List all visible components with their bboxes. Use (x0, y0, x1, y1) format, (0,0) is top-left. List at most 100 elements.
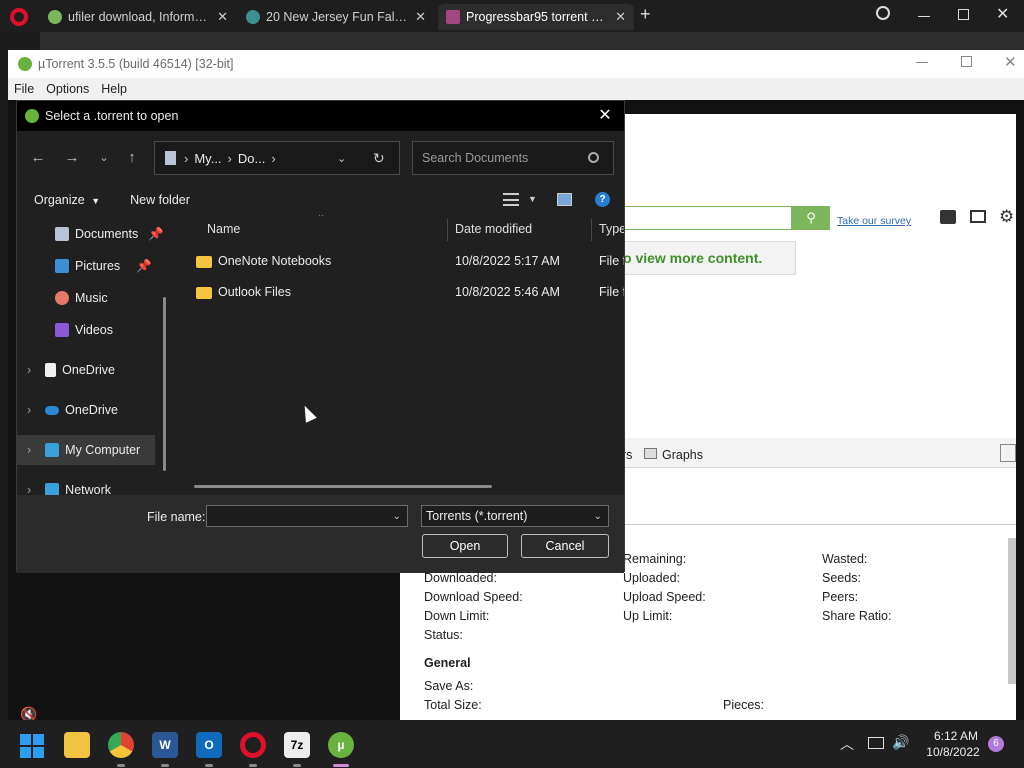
settings-gear-icon[interactable]: ⚙ (999, 208, 1014, 225)
close-tab-icon[interactable]: ✕ (615, 9, 626, 25)
expand-chevron-icon[interactable]: › (27, 403, 31, 417)
up-folder-icon[interactable]: ↑ (121, 149, 143, 167)
open-button[interactable]: Open (422, 534, 508, 558)
upload-speed-label: Upload Speed: (623, 590, 706, 604)
nav-item-music[interactable]: Music (17, 283, 165, 313)
new-tab-button[interactable]: + (640, 4, 651, 25)
nav-item-label: My Computer (65, 443, 141, 457)
running-indicator-active (333, 764, 349, 767)
breadcrumb[interactable]: › My... › Do... › ⌄ ↻ (154, 141, 400, 175)
utorrent-maximize-icon[interactable] (961, 56, 972, 67)
word-icon[interactable]: W (152, 732, 178, 758)
search-input[interactable]: Search Documents (412, 141, 614, 175)
organize-menu[interactable]: Organize ▼ (34, 193, 100, 207)
column-header-name[interactable]: Name ^ (207, 215, 447, 243)
monitor-icon[interactable] (970, 210, 986, 223)
file-row[interactable]: OneNote Notebooks 10/8/2022 5:17 AM File… (192, 246, 624, 276)
column-divider[interactable] (447, 219, 448, 241)
show-hidden-icons-chevron-icon[interactable]: ︿ (840, 734, 854, 754)
nav-item-pictures[interactable]: Pictures 📌 (17, 251, 165, 281)
breadcrumb-dropdown-icon[interactable]: ⌄ (337, 152, 346, 165)
breadcrumb-item[interactable]: My... (194, 151, 221, 166)
pin-icon[interactable]: 📌 (148, 227, 164, 242)
column-header-date[interactable]: Date modified (455, 215, 585, 243)
preview-pane-icon[interactable] (557, 193, 572, 206)
file-type-select[interactable]: Torrents (*.torrent) ⌄ (421, 505, 609, 527)
minimize-icon[interactable] (918, 16, 930, 17)
details-scrollbar[interactable] (1008, 538, 1016, 684)
refresh-icon[interactable]: ↻ (373, 150, 385, 167)
tab-graphs[interactable]: Graphs (662, 448, 703, 462)
close-window-icon[interactable]: ✕ (996, 4, 1009, 24)
promo-banner[interactable]: o view more content. (618, 241, 796, 275)
file-date: 10/8/2022 5:17 AM (455, 254, 560, 268)
file-explorer-icon[interactable] (64, 732, 90, 758)
forward-arrow-icon[interactable]: → (61, 149, 83, 167)
utorrent-close-icon[interactable]: ✕ (1004, 53, 1017, 71)
file-name-input[interactable]: ⌄ (206, 505, 408, 527)
back-arrow-icon[interactable]: ← (27, 149, 49, 167)
graphs-icon (644, 448, 657, 459)
utorrent-taskbar-icon[interactable]: µ (328, 732, 354, 758)
nav-item-my-computer[interactable]: › My Computer (17, 435, 155, 465)
clock-date[interactable]: 10/8/2022 (922, 745, 984, 759)
chevron-down-icon[interactable]: ⌄ (393, 511, 401, 522)
browser-tab[interactable]: ufiler download, Informatio ✕ (40, 4, 236, 30)
clock-time[interactable]: 6:12 AM (930, 729, 982, 743)
chrome-icon[interactable] (108, 732, 134, 758)
cancel-button[interactable]: Cancel (521, 534, 609, 558)
menu-file[interactable]: File (14, 82, 34, 96)
windows-start-icon[interactable] (20, 734, 44, 758)
opera-logo-icon[interactable] (10, 8, 28, 26)
nav-item-videos[interactable]: Videos (17, 315, 165, 345)
remaining-label: Remaining: (623, 552, 687, 566)
horizontal-scrollbar[interactable] (194, 485, 492, 488)
opera-icon[interactable] (240, 732, 266, 758)
details-dropdown-icon[interactable]: ⌄ (1000, 444, 1016, 462)
restore-icon[interactable] (958, 9, 969, 20)
chevron-down-icon: ⌄ (593, 510, 602, 522)
browser-tab-active[interactable]: Progressbar95 torrent dow ✕ (438, 4, 634, 30)
uploaded-label: Uploaded: (623, 571, 680, 585)
view-options-icon[interactable] (503, 193, 519, 206)
expand-chevron-icon[interactable]: › (27, 363, 31, 377)
new-folder-button[interactable]: New folder (130, 193, 190, 207)
utorrent-minimize-icon[interactable] (916, 62, 928, 63)
menu-help[interactable]: Help (101, 82, 127, 96)
utorrent-titlebar: µTorrent 3.5.5 (build 46514) [32-bit] (8, 50, 1024, 78)
volume-tray-icon[interactable]: 🔊 (892, 734, 909, 751)
notification-badge[interactable]: 6 (988, 736, 1004, 752)
recent-locations-icon[interactable]: ⌄ (93, 149, 115, 167)
nav-item-onedrive-cloud[interactable]: › OneDrive (17, 395, 165, 425)
menu-options[interactable]: Options (46, 82, 89, 96)
help-icon[interactable]: ? (595, 192, 610, 207)
browser-address-bar[interactable] (40, 32, 1024, 50)
chat-icon[interactable] (940, 210, 956, 224)
view-chevron-down-icon[interactable]: ▼ (528, 194, 537, 204)
outlook-icon[interactable]: O (196, 732, 222, 758)
browser-tab[interactable]: 20 New Jersey Fun Fall Acti ✕ (238, 4, 434, 30)
nav-item-documents[interactable]: Documents 📌 (17, 219, 165, 249)
expand-chevron-icon[interactable]: › (27, 443, 31, 457)
tab-title: ufiler download, Informatio (68, 10, 210, 24)
nav-scrollbar[interactable] (163, 297, 166, 471)
network-tray-icon[interactable] (868, 737, 884, 749)
7zip-icon[interactable]: 7z (284, 732, 310, 758)
take-survey-link[interactable]: Take our survey (837, 215, 911, 227)
dialog-close-button[interactable]: ✕ (594, 105, 616, 127)
breadcrumb-item[interactable]: Do... (238, 151, 265, 166)
utorrent-search-field[interactable] (620, 206, 792, 230)
nav-item-onedrive-file[interactable]: › OneDrive (17, 355, 165, 385)
cloud-icon (45, 405, 60, 415)
close-tab-icon[interactable]: ✕ (217, 9, 228, 25)
file-name[interactable]: Outlook Files (196, 285, 291, 299)
column-label: Date modified (455, 222, 533, 236)
column-header-type[interactable]: Type (599, 215, 624, 243)
search-tabs-icon[interactable] (876, 6, 890, 20)
close-tab-icon[interactable]: ✕ (415, 9, 426, 25)
search-button[interactable]: ⚲ (792, 206, 830, 230)
file-row[interactable]: Outlook Files 10/8/2022 5:46 AM File fo (192, 277, 624, 307)
pin-icon[interactable]: 📌 (136, 259, 152, 274)
file-name[interactable]: OneNote Notebooks (196, 254, 331, 268)
column-divider[interactable] (591, 219, 592, 241)
